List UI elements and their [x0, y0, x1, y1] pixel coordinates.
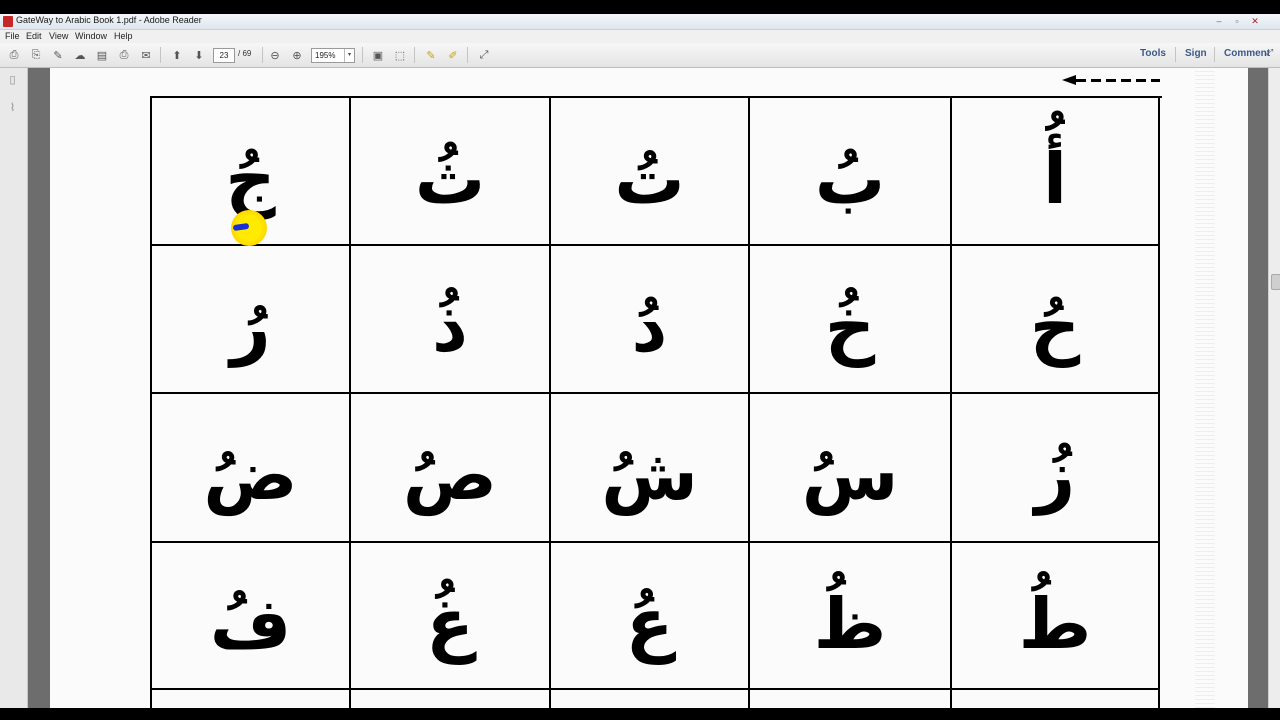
letter-cell: زُ: [952, 394, 1160, 543]
letter-cell: خُ: [750, 246, 952, 394]
tools-link[interactable]: Tools: [1140, 48, 1166, 59]
cloud-upload-icon[interactable]: ☁: [72, 47, 88, 63]
arabic-letter: زُ: [1034, 434, 1076, 516]
arabic-letter: طُ: [1018, 583, 1092, 665]
scrollbar-thumb[interactable]: [1271, 274, 1280, 290]
arabic-letter: ظُ: [813, 583, 887, 665]
toolbar-separator: [160, 47, 161, 63]
toolbar-separator: [1214, 47, 1215, 62]
print-icon[interactable]: ⎙: [116, 47, 132, 63]
letter-cell: ظُ: [750, 543, 952, 690]
read-mode-icon[interactable]: ⤢: [476, 47, 492, 63]
fit-page-icon[interactable]: ▣: [370, 47, 386, 63]
zoom-select[interactable]: 195% ▾: [311, 48, 355, 63]
navigation-panel: ▯ ⌇: [0, 68, 28, 708]
arabic-letter: شُ: [601, 434, 698, 516]
letter-cell: ذُ: [351, 246, 551, 394]
arabic-letter: ذُ: [432, 286, 468, 368]
document-viewport[interactable]: جُ ثُ تُ بُ أُ رُ ذُ دُ خُ حُ ضُ صُ شُ س…: [28, 68, 1268, 708]
letter-cell-partial: [750, 690, 952, 708]
arabic-letter: غُ: [426, 583, 474, 665]
window-title: GateWay to Arabic Book 1.pdf - Adobe Rea…: [16, 15, 202, 25]
menu-help[interactable]: Help: [114, 30, 133, 43]
letter-cell-partial: [551, 690, 750, 708]
letter-cell: سُ: [750, 394, 952, 543]
arabic-letters-table: جُ ثُ تُ بُ أُ رُ ذُ دُ خُ حُ ضُ صُ شُ س…: [150, 96, 1162, 708]
arabic-letter: فُ: [209, 583, 292, 665]
zoom-in-icon[interactable]: ⊕: [289, 47, 305, 63]
letter-cell: أُ: [952, 98, 1160, 246]
maximize-button[interactable]: ▫: [1230, 15, 1244, 27]
email-icon[interactable]: ✉: [138, 47, 154, 63]
title-bar: GateWay to Arabic Book 1.pdf - Adobe Rea…: [0, 14, 1280, 30]
letter-cell: طُ: [952, 543, 1160, 690]
attachments-icon[interactable]: ⌇: [6, 102, 19, 115]
letter-cell-partial: [351, 690, 551, 708]
arabic-letter: ثُ: [414, 138, 486, 220]
arabic-letter: سُ: [801, 434, 899, 516]
page-number-input[interactable]: 23: [213, 48, 235, 63]
toolbar: ⎙ ⎘ ✎ ☁ ▤ ⎙ ✉ ⬆ ⬇ 23 / 69 ⊖ ⊕ 195% ▾ ▣ ⬚…: [0, 43, 1280, 68]
pdf-page: جُ ثُ تُ بُ أُ رُ ذُ دُ خُ حُ ضُ صُ شُ س…: [50, 68, 1248, 708]
toolbar-separator: [262, 47, 263, 63]
letter-cell: ثُ: [351, 98, 551, 246]
letter-cell: رُ: [152, 246, 351, 394]
edit-icon[interactable]: ✎: [50, 47, 66, 63]
arabic-letter: عُ: [625, 583, 674, 665]
chevron-down-icon[interactable]: ▾: [344, 49, 354, 62]
reading-direction-arrow: [1062, 75, 1160, 85]
arabic-letter: حُ: [1029, 286, 1081, 368]
toolbar-separator: [1175, 47, 1176, 62]
pages-thumbnail-icon[interactable]: ▯: [6, 74, 19, 87]
letter-cell-partial: [952, 690, 1160, 708]
letter-cell: ضُ: [152, 394, 351, 543]
menu-window[interactable]: Window: [75, 30, 107, 43]
letter-cell: فُ: [152, 543, 351, 690]
highlight-icon[interactable]: ✐: [445, 47, 461, 63]
comment-link[interactable]: Comment: [1224, 48, 1270, 59]
toolbar-separator: [414, 47, 415, 63]
letter-cell: دُ: [551, 246, 750, 394]
letter-cell: بُ: [750, 98, 952, 246]
arabic-letter: تُ: [614, 138, 685, 220]
toolbar-separator: [467, 47, 468, 63]
arabic-letter: خُ: [824, 286, 876, 368]
previous-page-icon[interactable]: ⬆: [169, 47, 185, 63]
adobe-reader-icon: [3, 16, 13, 27]
minimize-button[interactable]: ‒: [1212, 15, 1226, 27]
letter-cell-partial: [152, 690, 351, 708]
letter-cell: غُ: [351, 543, 551, 690]
menu-bar: File Edit View Window Help: [0, 30, 1280, 43]
next-page-icon[interactable]: ⬇: [191, 47, 207, 63]
save-icon[interactable]: ▤: [94, 47, 110, 63]
arabic-letter: ضُ: [203, 434, 298, 516]
toolbar-separator: [362, 47, 363, 63]
sign-link[interactable]: Sign: [1185, 48, 1207, 59]
close-button[interactable]: ✕: [1248, 15, 1262, 27]
letter-cell: تُ: [551, 98, 750, 246]
create-pdf-icon[interactable]: ⎙: [6, 47, 22, 63]
arabic-letter: صُ: [402, 434, 498, 516]
expand-icon[interactable]: ⤢: [1266, 47, 1278, 61]
menu-file[interactable]: File: [5, 30, 20, 43]
zoom-out-icon[interactable]: ⊖: [267, 47, 283, 63]
arabic-letter: دُ: [631, 286, 668, 368]
vertical-scrollbar[interactable]: [1268, 68, 1280, 708]
fit-width-icon[interactable]: ⬚: [392, 47, 408, 63]
menu-edit[interactable]: Edit: [26, 30, 42, 43]
letter-cell: حُ: [952, 246, 1160, 394]
page-total: / 69: [238, 49, 252, 58]
arabic-letter: أُ: [1043, 138, 1067, 220]
menu-view[interactable]: View: [49, 30, 68, 43]
letter-cell: عُ: [551, 543, 750, 690]
zoom-value: 195%: [315, 51, 336, 60]
comment-icon[interactable]: ✎: [423, 47, 439, 63]
create-pdf-alt-icon[interactable]: ⎘: [28, 47, 44, 63]
arabic-letter: بُ: [814, 138, 886, 220]
arabic-letter: رُ: [230, 286, 271, 368]
letter-cell: صُ: [351, 394, 551, 543]
letter-cell: شُ: [551, 394, 750, 543]
